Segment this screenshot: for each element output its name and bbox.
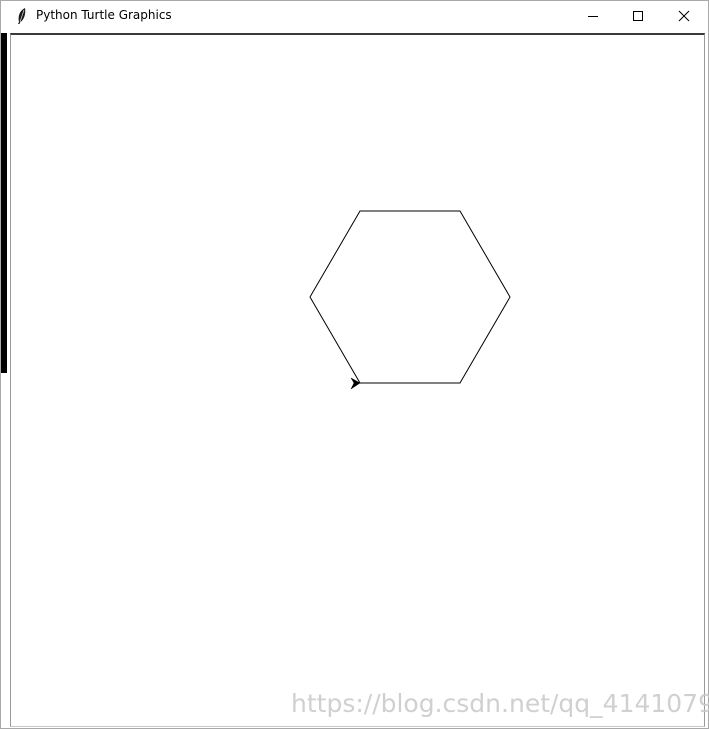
hexagon-shape bbox=[309, 210, 511, 384]
turtle-cursor-icon bbox=[350, 377, 361, 390]
turtle-window: Python Turtle Graphics https://blog.csdn… bbox=[0, 0, 709, 729]
watermark-text: https://blog.csdn.net/qq_41410799 bbox=[291, 689, 709, 718]
drawing-layer bbox=[309, 210, 511, 390]
